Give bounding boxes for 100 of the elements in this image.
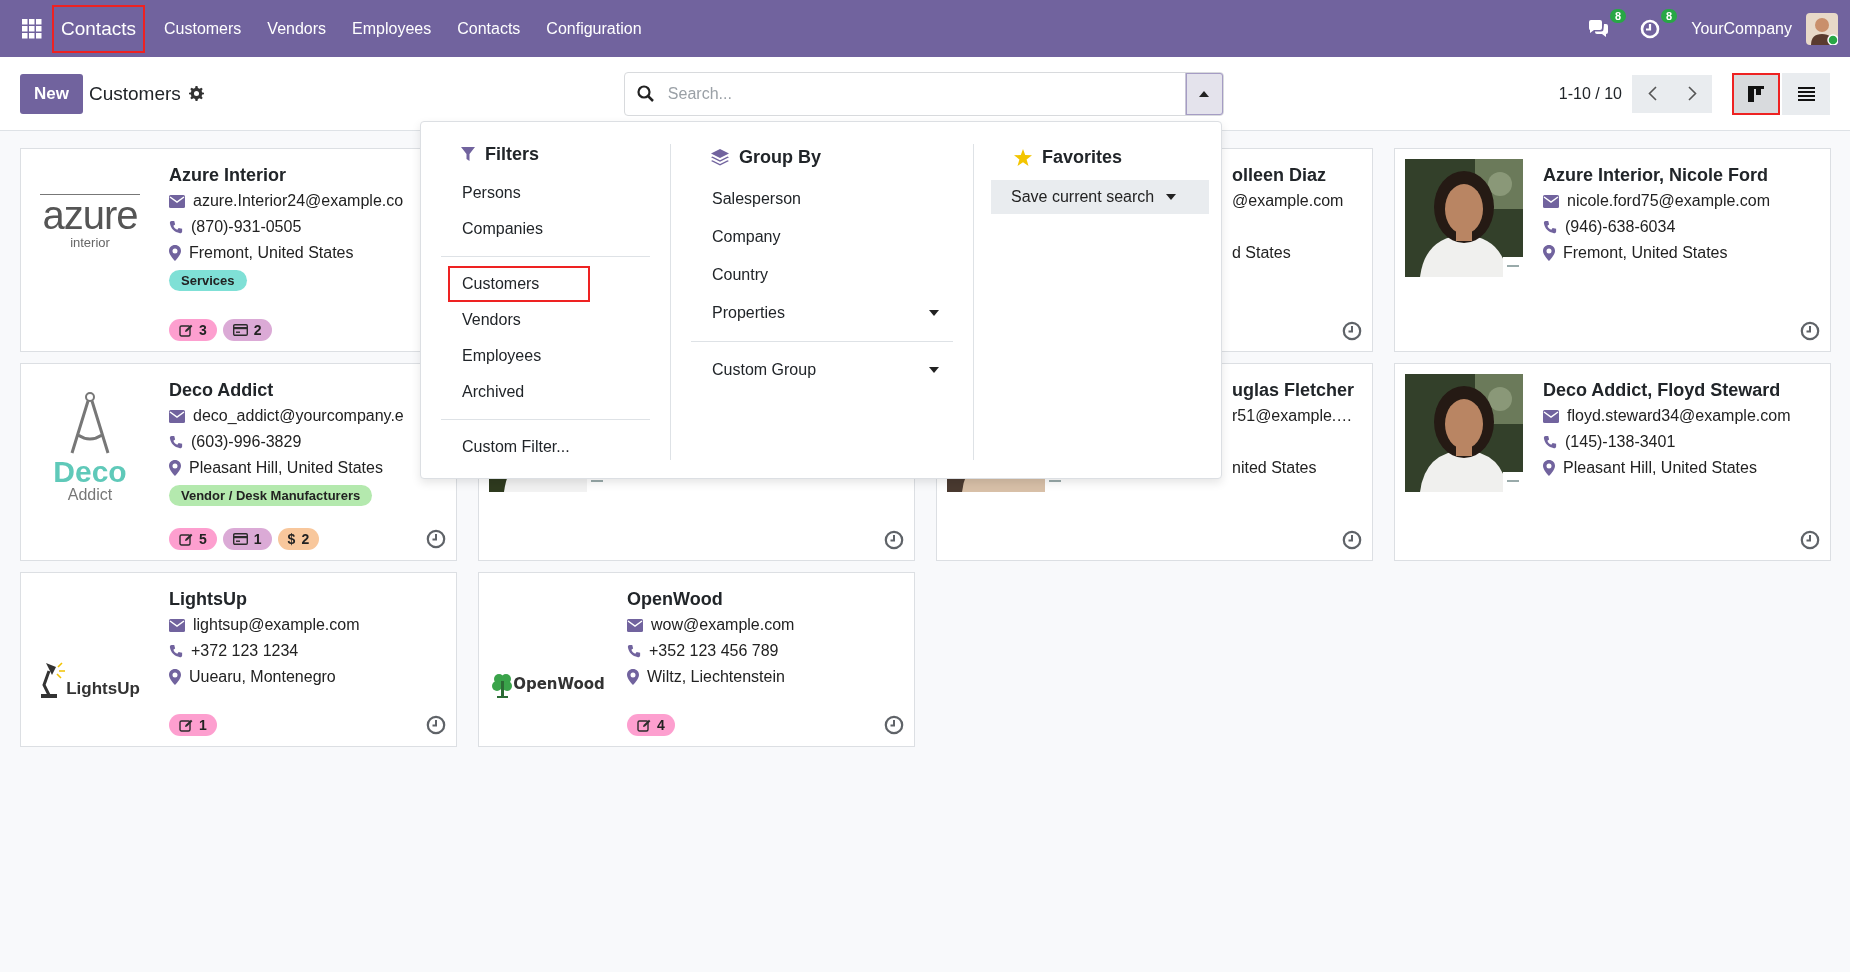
contact-card[interactable]: Azure Interior, Nicole Ford nicole.ford75@example.com (946)-638-6034 Fremont, United States: [1394, 148, 1831, 352]
contact-card[interactable]: LightsUp LightsUp lightsup@example.com +372 123 1234 Uuearu, Montenegro 1: [20, 572, 457, 747]
activities-button[interactable]: [1640, 18, 1661, 39]
contact-name: OpenWood: [627, 588, 724, 611]
menu-item[interactable]: Employees: [341, 11, 443, 46]
company-logo: LightsUp: [31, 586, 149, 705]
group-by-option[interactable]: Company: [698, 218, 953, 256]
search-field[interactable]: Search...: [623, 71, 1224, 116]
contact-name: Azure Interior: [169, 164, 288, 187]
list-view-icon: [1797, 86, 1815, 101]
map-pin-icon: [169, 669, 181, 685]
user-avatar-icon: [1806, 12, 1838, 45]
star-icon: [1014, 148, 1032, 166]
menu-item[interactable]: Customers: [153, 11, 253, 46]
kanban-view-button[interactable]: [1732, 72, 1780, 115]
company-logo: azure interior: [39, 191, 141, 252]
page-title: Customers: [88, 82, 181, 105]
clock-icon: [426, 715, 446, 735]
map-pin-icon: [169, 245, 181, 261]
group-by-option[interactable]: Country: [698, 256, 953, 294]
contact-card[interactable]: Deco Addict Deco Addict deco_addict@yourcompany.e (603)-996-3829 Pleasant Hill, United States Vendor / Desk Manufacturers 5 1 $ 2: [20, 363, 457, 561]
menu-item[interactable]: Configuration: [535, 11, 653, 46]
settings-icon: [188, 86, 204, 101]
edit-counter[interactable]: 1: [169, 714, 217, 736]
phone-icon: [1543, 220, 1557, 234]
tag: Vendor / Desk Manufacturers: [169, 485, 373, 506]
clock-icon: [1800, 530, 1820, 550]
next-button[interactable]: [1672, 74, 1712, 113]
phone-icon: [1543, 435, 1557, 449]
activity-button[interactable]: [1800, 530, 1820, 550]
group-by-heading: Group By: [739, 146, 821, 168]
address-text: Uuearu, Montenegro: [189, 667, 336, 687]
company-name[interactable]: YourCompany: [1691, 19, 1792, 38]
search-input[interactable]: Search...: [665, 83, 1185, 104]
card-counter[interactable]: 2: [222, 319, 272, 341]
address-text: d States: [1232, 243, 1291, 263]
activity-button[interactable]: [426, 715, 446, 735]
edit-icon: [179, 323, 193, 337]
menu-item[interactable]: Vendors: [256, 11, 338, 46]
new-button[interactable]: New: [20, 73, 83, 114]
filter-icon: [461, 147, 475, 162]
activity-button[interactable]: [1342, 530, 1362, 550]
messages-button[interactable]: [1586, 18, 1609, 39]
list-view-button[interactable]: [1782, 72, 1830, 115]
email-text: nicole.ford75@example.com: [1567, 191, 1770, 211]
apps-menu-icon: [22, 18, 42, 39]
contact-card[interactable]: OpenWood OpenWood wow@example.com +352 123 456 789 Wiltz, Liechtenstein 4: [478, 572, 915, 747]
email-text: r51@example.…: [1232, 406, 1353, 426]
edit-icon: [179, 718, 193, 732]
previous-button[interactable]: [1632, 74, 1672, 113]
phone-text: (946)-638-6034: [1565, 217, 1676, 237]
activity-button[interactable]: [426, 529, 446, 549]
layers-icon: [711, 148, 729, 166]
map-pin-icon: [627, 669, 639, 685]
money-counter[interactable]: $ 2: [277, 528, 320, 550]
phone-icon: [169, 644, 183, 658]
activity-button[interactable]: [1342, 321, 1362, 341]
email-text: floyd.steward34@example.com: [1567, 406, 1791, 426]
edit-counter[interactable]: 4: [627, 714, 675, 736]
contact-card[interactable]: Deco Addict, Floyd Steward floyd.steward34@example.com (145)-138-3401 Pleasant Hill, United States: [1394, 363, 1831, 561]
contact-name: olleen Diaz: [1231, 164, 1328, 187]
map-pin-icon: [1543, 460, 1555, 476]
filters-heading: Filters: [485, 144, 540, 165]
group-by-option[interactable]: Custom Group: [698, 351, 953, 389]
edit-counter[interactable]: 3: [169, 319, 217, 341]
email-text: azure.Interior24@example.co: [193, 191, 404, 211]
contact-name: Azure Interior, Nicole Ford: [1543, 164, 1770, 187]
company-logo: OpenWood: [489, 586, 607, 705]
email-text: @example.com: [1232, 191, 1344, 211]
pager-value: 1-10 / 10: [1558, 84, 1622, 103]
filter-option[interactable]: Customers: [448, 266, 590, 302]
phone-text: (870)-931-0505: [191, 217, 302, 237]
count-badge: 8: [1661, 8, 1678, 23]
phone-text: +352 123 456 789: [649, 641, 779, 661]
kanban-view-icon: [1748, 85, 1764, 102]
menu-item[interactable]: Contacts: [446, 11, 532, 46]
app-title[interactable]: Contacts: [52, 4, 145, 53]
phone-icon: [169, 220, 183, 234]
edit-counter[interactable]: 5: [169, 528, 217, 550]
map-pin-icon: [1543, 245, 1555, 261]
activity-button[interactable]: [884, 715, 904, 735]
envelope-icon: [169, 194, 185, 208]
favorites-heading: Favorites: [1042, 146, 1123, 168]
address-text: Fremont, United States: [189, 243, 354, 263]
card-counter[interactable]: 1: [222, 528, 272, 550]
credit-card-icon: [232, 533, 248, 545]
phone-icon: [627, 644, 641, 658]
chevron-left-icon: [1647, 86, 1657, 101]
activity-button[interactable]: [884, 530, 904, 550]
contact-name: LightsUp: [169, 588, 248, 611]
group-by-option[interactable]: Properties: [698, 294, 953, 332]
clock-icon: [884, 530, 904, 550]
phone-text: (603)-996-3829: [191, 432, 302, 452]
search-options-toggle[interactable]: [1184, 72, 1223, 115]
save-search-button[interactable]: Save current search: [991, 180, 1209, 214]
group-by-option[interactable]: Salesperson: [698, 180, 953, 218]
address-text: Pleasant Hill, United States: [189, 458, 383, 478]
activity-button[interactable]: [1800, 321, 1820, 341]
credit-card-icon: [232, 324, 248, 336]
chat-bubbles-icon: [1586, 18, 1609, 39]
